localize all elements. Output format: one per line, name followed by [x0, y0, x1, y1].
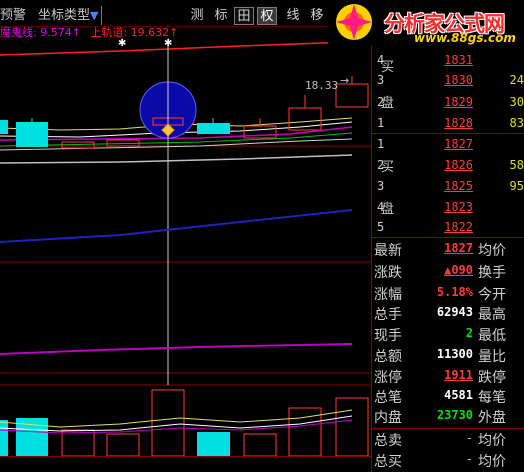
quote-value-limit-up: 1911 — [444, 368, 473, 382]
bid-price[interactable]: 1825 — [424, 179, 473, 193]
ask-level: 3 — [377, 73, 385, 87]
quote-label: 总卖 — [374, 433, 402, 449]
logo-emblem-icon — [336, 4, 372, 40]
bid-price[interactable]: 1827 — [424, 137, 473, 151]
site-logo: 分析家公式网 www.88gs.com — [328, 0, 524, 46]
bid-price[interactable]: 1822 — [424, 220, 473, 234]
quote-label: 总笔 — [374, 390, 402, 406]
quote-label-right: 外盘 — [478, 410, 506, 426]
quote-value-change-pct: 5.18% — [436, 285, 473, 299]
ask-price[interactable]: 1828 — [424, 116, 473, 130]
coord-type-dropdown-icon[interactable]: ▼ — [90, 6, 98, 25]
quote-value-total-trades: 4581 — [444, 388, 473, 402]
line-button[interactable]: 线 — [282, 7, 304, 25]
bid-price[interactable]: 1826 — [424, 158, 473, 172]
quote-label-right: 均价 — [478, 243, 506, 259]
bid-volume: 58 — [509, 158, 524, 172]
toolbar-divider — [101, 6, 102, 25]
volume-bar — [0, 420, 8, 456]
candle — [197, 123, 230, 134]
crosshair-button[interactable]: 田 — [234, 7, 254, 25]
volume-bar — [151, 389, 185, 457]
kline-chart-area[interactable]: ✱ ✱ 18.33 → — [0, 0, 372, 472]
quote-bottom-divider — [372, 428, 524, 429]
volume-bar — [197, 432, 230, 456]
quote-label-right: 最低 — [478, 328, 506, 344]
candle — [16, 122, 48, 147]
stock-chart-window: ✱ ✱ 18.33 → 预警 坐标类型 ▼ 测 标 田 权 线 移 魔鬼线: 9… — [0, 0, 524, 472]
volume-bar — [335, 397, 369, 457]
ma-line-lower-white — [0, 154, 353, 164]
quote-value-total-sell: - — [465, 431, 473, 445]
quote-value-change: ▲090 — [444, 263, 473, 277]
candle — [0, 120, 8, 134]
quote-label: 总买 — [374, 454, 402, 470]
indicator-ghost-line-arrow: ↑ — [71, 26, 81, 39]
ask-level: 1 — [377, 116, 385, 130]
indicator-line-magenta — [0, 343, 353, 355]
rights-button[interactable]: 权 — [257, 7, 277, 25]
quote-value-total-buy: - — [465, 452, 473, 466]
candle — [335, 83, 369, 108]
coord-type-label[interactable]: 坐标类型 — [38, 6, 90, 25]
volume-bars-group — [0, 389, 369, 457]
bid-price[interactable]: 1823 — [424, 200, 473, 214]
measure-button[interactable]: 测 — [186, 7, 208, 25]
logo-subtitle: www.88gs.com — [414, 31, 516, 45]
quote-label-right: 均价 — [478, 454, 506, 470]
upper-band-line — [0, 41, 351, 56]
quote-label: 涨幅 — [374, 287, 402, 303]
indicator-header: 魔鬼线: 9.574↑ 上轨道: 19.632↑ — [0, 26, 178, 40]
quote-label-right: 量比 — [478, 349, 506, 365]
quote-value-amount: 11300 — [436, 347, 473, 361]
quote-value-current-volume: 2 — [465, 326, 473, 340]
indicator-ghost-line-value: 魔鬼线: 9.574 — [0, 26, 72, 39]
ask-volume: 83 — [509, 116, 524, 130]
quote-label: 最新 — [374, 243, 402, 259]
quote-label-right: 跌停 — [478, 370, 506, 386]
quote-label: 总手 — [374, 307, 402, 323]
quote-label: 内盘 — [374, 410, 402, 426]
orderbook-mid-divider — [372, 133, 524, 134]
quote-value-last: 1827 — [444, 241, 473, 255]
volume-bar — [61, 429, 95, 457]
bid-level: 5 — [377, 220, 385, 234]
bid-level: 1 — [377, 137, 385, 151]
quote-label: 涨停 — [374, 370, 402, 386]
price-tag-label: 18.33 — [305, 79, 338, 92]
ask-volume: 24 — [509, 73, 524, 87]
move-button[interactable]: 移 — [306, 7, 328, 25]
indicator-upper-band-arrow: ↑ — [169, 26, 179, 39]
quote-label: 涨跌 — [374, 265, 402, 281]
bid-level: 4 — [377, 200, 385, 214]
volume-bar — [243, 433, 277, 457]
quote-value-total-volume: 62943 — [436, 305, 473, 319]
bid-level: 3 — [377, 179, 385, 193]
ask-level: 4 — [377, 53, 385, 67]
quote-label-right: 最高 — [478, 307, 506, 323]
ask-price[interactable]: 1830 — [424, 73, 473, 87]
indicator-upper-band-value: 上轨道: 19.632 — [90, 26, 170, 39]
warning-label[interactable]: 预警 — [0, 6, 26, 25]
volume-bar — [106, 433, 140, 457]
bid-volume: 95 — [509, 179, 524, 193]
ask-volume: 30 — [509, 95, 524, 109]
orderbook-bottom-divider — [372, 237, 524, 238]
quote-label-right: 每笔 — [478, 390, 506, 406]
ask-level: 2 — [377, 95, 385, 109]
indicator-line-blue — [0, 209, 353, 243]
quote-label: 总额 — [374, 349, 402, 365]
quote-label-right: 换手 — [478, 265, 506, 281]
quote-label-right: 均价 — [478, 433, 506, 449]
price-tag-arrow: → — [340, 74, 349, 87]
ask-price[interactable]: 1829 — [424, 95, 473, 109]
bid-level: 2 — [377, 158, 385, 172]
quote-value-inner-volume: 23730 — [436, 408, 473, 422]
ask-price[interactable]: 1831 — [424, 53, 473, 67]
mark-button[interactable]: 标 — [210, 7, 232, 25]
quote-label-right: 今开 — [478, 287, 506, 303]
quote-label: 现手 — [374, 328, 402, 344]
